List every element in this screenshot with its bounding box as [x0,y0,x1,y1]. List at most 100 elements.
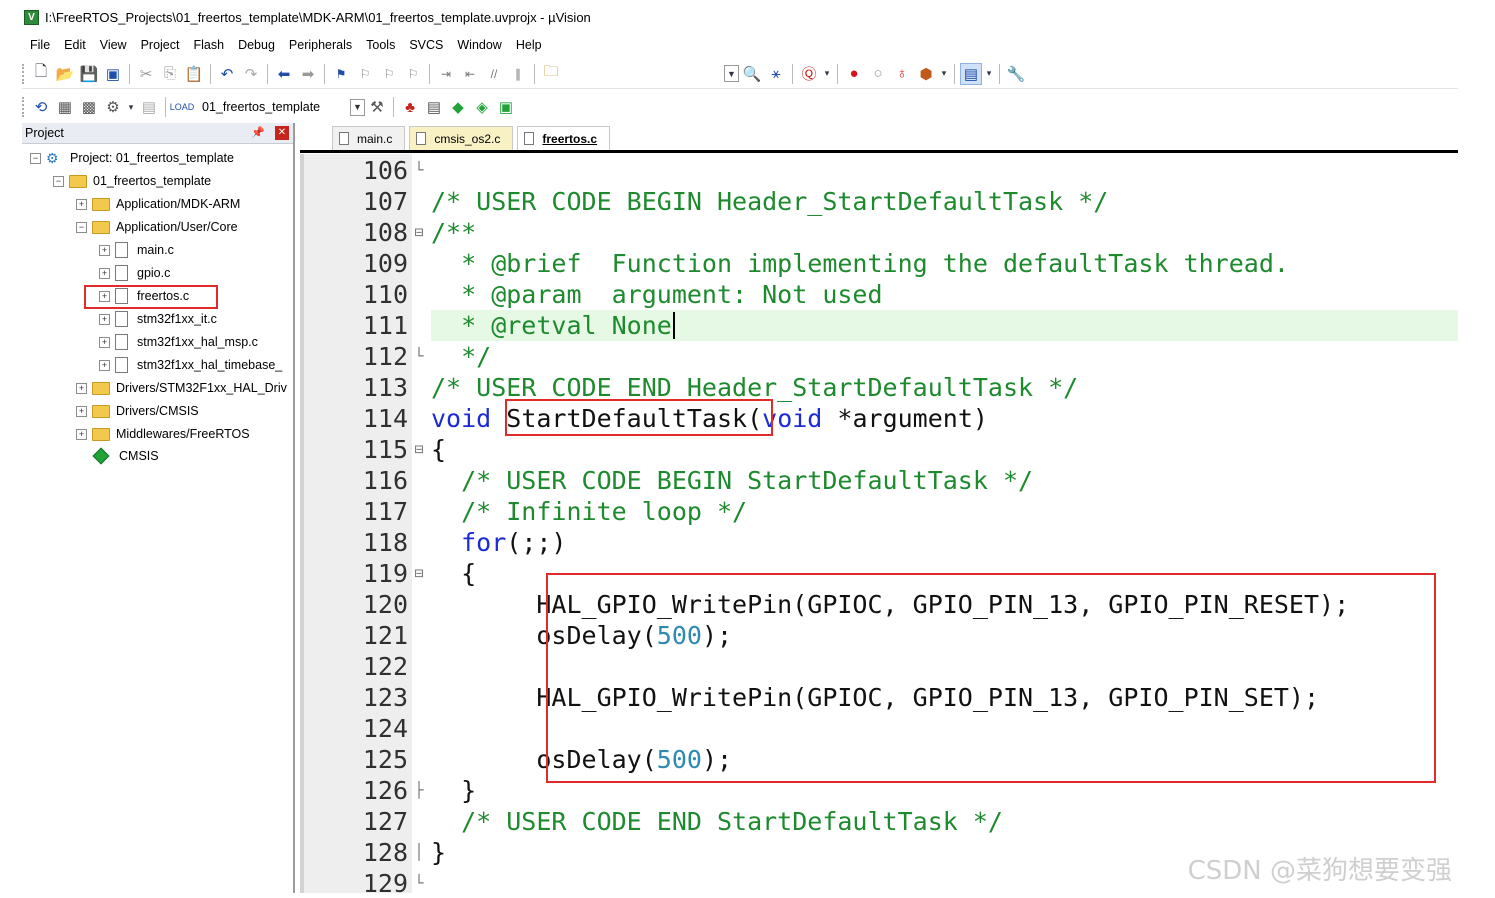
menu-svcs[interactable]: SVCS [409,38,443,52]
tree-file-hal-timebase[interactable]: + stm32f1xx_hal_timebase_ [99,355,293,375]
tree-group-application-mdk-arm[interactable]: + Application/MDK-ARM [76,194,240,214]
batch-dropdown-icon[interactable]: ▾ [126,96,136,118]
navigate-back-icon[interactable]: ⬅ [273,63,295,85]
collapse-icon[interactable]: − [53,175,64,187]
kill-breakpoints-icon[interactable]: ♁ [891,63,913,85]
breakpoint-icon[interactable]: ● [843,63,865,85]
menu-flash[interactable]: Flash [193,38,224,52]
menu-peripherals[interactable]: Peripherals [289,38,352,52]
save-icon[interactable]: 💾 [78,63,100,85]
fold-toggle-icon[interactable]: ⊟ [412,434,426,465]
undo-icon[interactable]: ↶ [216,63,238,85]
window-dropdown-icon[interactable]: ▾ [984,63,994,85]
manage-components-icon[interactable]: ♣ [399,96,421,118]
copy-icon[interactable]: ⎘ [159,63,181,85]
window-layout-icon[interactable]: ▤ [960,62,982,85]
code-line[interactable]: 109 * @brief Function implementing the d… [300,248,1458,279]
pack-installer-icon[interactable]: ▣ [495,96,517,118]
indent-icon[interactable]: ⇥ [435,63,457,85]
code-line[interactable]: 112 └ */ [300,341,1458,372]
file-extensions-icon[interactable]: ▤ [423,96,445,118]
target-select[interactable]: 01_freertos_template ▼ [200,96,365,118]
expand-icon[interactable]: + [99,359,110,371]
code-line[interactable]: 118 for(;;) [300,527,1458,558]
navigate-forward-icon[interactable]: ➡ [297,63,319,85]
expand-icon[interactable]: + [76,428,87,440]
target-options-icon[interactable]: ⚒ [366,96,388,118]
collapse-icon[interactable]: − [30,152,41,164]
expand-icon[interactable]: + [99,336,110,348]
debug-dropdown-icon[interactable]: ▾ [822,63,832,85]
save-all-icon[interactable]: ▣ [102,63,124,85]
next-bookmark-icon[interactable]: ⚐ [378,63,400,85]
rebuild-icon[interactable]: ▩ [78,96,100,118]
tree-file-gpio-c[interactable]: + gpio.c [99,263,170,283]
expand-icon[interactable]: + [76,405,87,417]
code-line[interactable]: 111 * @retval None [363,310,1458,341]
cut-icon[interactable]: ✂ [135,63,157,85]
code-line[interactable]: 107 /* USER CODE BEGIN Header_StartDefaul… [300,186,1458,217]
tab-main-c[interactable]: main.c [332,126,406,150]
tree-group-application-user-core[interactable]: − Application/User/Core [76,217,238,237]
paste-icon[interactable]: 📋 [183,63,205,85]
tree-file-hal-msp-c[interactable]: + stm32f1xx_hal_msp.c [99,332,258,352]
code-line[interactable]: 116 /* USER CODE BEGIN StartDefaultTask … [300,465,1458,496]
new-file-icon[interactable]: 🗋 [30,63,52,85]
menu-edit[interactable]: Edit [64,38,86,52]
debug-session-icon[interactable]: Ⓠ [798,63,820,85]
tab-freertos-c[interactable]: freertos.c [517,126,611,150]
uncomment-icon[interactable]: ∥ [507,63,529,85]
disable-breakpoint-icon[interactable]: ○ [867,63,889,85]
comment-icon[interactable]: // [483,63,505,85]
bookmark-icon[interactable]: ⚑ [330,63,352,85]
expand-icon[interactable]: + [99,244,110,256]
fold-toggle-icon[interactable]: ⊟ [412,217,426,248]
chevron-down-icon[interactable]: ▼ [350,98,365,116]
tree-project-root[interactable]: − ⚙ Project: 01_freertos_template [30,148,234,168]
configure-icon[interactable]: 🔧 [1005,63,1027,85]
open-folder-icon[interactable]: 📂 [54,63,76,85]
stop-build-icon[interactable]: ▤ [138,96,160,118]
pin-icon[interactable]: 📌 [251,126,265,139]
collapse-icon[interactable]: − [76,221,87,233]
find-icon[interactable]: 🔍 [741,63,763,85]
tab-cmsis-os2-c[interactable]: cmsis_os2.c [409,126,514,150]
prev-bookmark-icon[interactable]: ⚐ [354,63,376,85]
code-line[interactable]: 106 └ [300,155,1458,186]
menu-window[interactable]: Window [457,38,501,52]
code-line[interactable]: 110 * @param argument: Not used [300,279,1458,310]
incremental-find-icon[interactable]: ⚹ [765,63,787,85]
expand-icon[interactable]: + [76,382,87,394]
expand-icon[interactable]: + [99,313,110,325]
tree-component-cmsis[interactable]: CMSIS [92,446,159,466]
tree-group-middlewares-freertos[interactable]: + Middlewares/FreeRTOS [76,424,250,444]
run-time-env-icon[interactable]: ◈ [471,96,493,118]
menu-file[interactable]: File [30,38,50,52]
tree-file-stm32f1xx-it-c[interactable]: + stm32f1xx_it.c [99,309,217,329]
redo-icon[interactable]: ↷ [240,63,262,85]
find-in-files-icon[interactable]: 🗀 [540,63,562,85]
menu-tools[interactable]: Tools [366,38,395,52]
tree-file-main-c[interactable]: + main.c [99,240,174,260]
close-icon[interactable]: ✕ [275,126,289,140]
menu-project[interactable]: Project [141,38,180,52]
expand-icon[interactable]: + [76,198,87,210]
tree-group-drivers-cmsis[interactable]: + Drivers/CMSIS [76,401,199,421]
code-editor[interactable]: 106 └ 107 /* USER CODE BEGIN Header_StartDe… [300,154,1458,898]
menu-debug[interactable]: Debug [238,38,275,52]
breakpoints-dropdown-icon[interactable]: ▾ [939,63,949,85]
menu-help[interactable]: Help [516,38,542,52]
build-icon[interactable]: ▦ [54,96,76,118]
batch-build-icon[interactable]: ⚙ [102,96,124,118]
download-icon[interactable]: LOAD [170,96,195,118]
find-dropdown-icon[interactable]: ▼ [724,65,739,82]
fold-toggle-icon[interactable]: ⊟ [412,558,426,589]
clear-bookmarks-icon[interactable]: ⚐ [402,63,424,85]
tree-group-drivers-hal[interactable]: + Drivers/STM32F1xx_HAL_Driv [76,378,293,398]
select-packs-icon[interactable]: ◆ [447,96,469,118]
code-line[interactable]: 117 /* Infinite loop */ [300,496,1458,527]
menu-view[interactable]: View [100,38,127,52]
code-line[interactable]: 127 /* USER CODE END StartDefaultTask */ [300,806,1458,837]
code-line[interactable]: 113 /* USER CODE END Header_StartDefaultT… [300,372,1458,403]
manage-breakpoints-icon[interactable]: ⬢ [915,63,937,85]
